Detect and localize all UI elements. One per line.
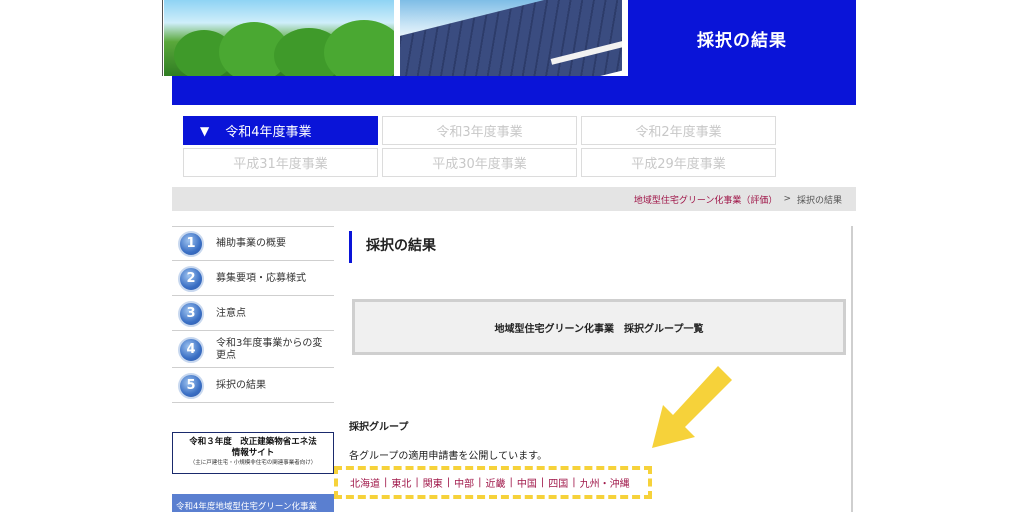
triangle-down-icon: ▼ [200,123,210,138]
tab-reiwa2[interactable]: 令和2年度事業 [581,116,776,145]
green-project-banner[interactable]: 令和4年度地域型住宅グリーン化事業 [172,494,334,512]
tab-heisei30[interactable]: 平成30年度事業 [382,148,577,177]
header: 採択の結果 [164,0,856,78]
tab-label: 令和3年度事業 [436,125,523,140]
number-2-icon: 2 [178,265,204,292]
region-separator: | [384,477,388,488]
region-link-kanto[interactable]: 関東 [423,475,443,490]
header-image-roof [400,0,622,76]
region-separator: | [509,477,513,488]
group-list-button[interactable]: 地域型住宅グリーン化事業 採択グループ一覧 [352,299,846,355]
sidebar-item-notes[interactable]: 3 注意点 [172,297,334,331]
content-divider [851,226,853,512]
region-link-kyushu-okinawa[interactable]: 九州・沖縄 [580,475,630,490]
sidebar-item-label: 補助事業の概要 [216,237,286,249]
number-5-icon: 5 [178,372,204,399]
tab-label: 平成30年度事業 [432,157,527,172]
tab-heisei31[interactable]: 平成31年度事業 [183,148,378,177]
region-link-kinki[interactable]: 近畿 [486,475,506,490]
region-link-shikoku[interactable]: 四国 [548,475,568,490]
region-separator: | [446,477,451,488]
breadcrumb: 地域型住宅グリーン化事業（評価） > 採択の結果 [172,187,856,211]
region-link-chubu[interactable]: 中部 [454,475,474,490]
breadcrumb-current: 採択の結果 [796,195,842,206]
banner-subtitle: （主に戸建住宅・小規模非住宅の関連事業者向け） [189,460,317,466]
page-title: 採択の結果 [349,231,436,263]
sidebar-item-label: 募集要項・応募様式 [216,272,306,284]
sidebar-item-label: 採択の結果 [216,379,266,391]
header-divider [162,0,163,76]
description-text: 各グループの適用申請書を公開しています。 [349,451,548,462]
region-link-chugoku[interactable]: 中国 [517,475,537,490]
sidebar-item-overview[interactable]: 1 補助事業の概要 [172,227,334,261]
region-link-hokkaido[interactable]: 北海道 [350,475,380,490]
tab-label: 平成31年度事業 [233,157,328,172]
tab-label: 令和4年度事業 [225,125,312,140]
tab-reiwa3[interactable]: 令和3年度事業 [382,116,577,145]
arrow-pointer-icon [652,366,732,448]
section-label: 採択グループ [349,422,409,433]
region-separator: | [478,477,482,488]
region-links: 北海道 | 東北 | 関東 | 中部 | 近畿 | 中国 | 四国 | 九州・沖… [334,466,652,499]
breadcrumb-separator: > [783,194,791,204]
sidebar-item-label: 令和3年度事業からの変更点 [216,337,323,361]
sidebar-item-guidelines[interactable]: 2 募集要項・応募様式 [172,262,334,296]
region-link-tohoku[interactable]: 東北 [391,475,411,490]
number-3-icon: 3 [178,300,204,327]
sidebar-item-label: 注意点 [216,307,246,319]
tab-label: 令和2年度事業 [635,125,722,140]
banner-title-line2: 情報サイト [231,448,275,458]
number-1-icon: 1 [178,230,204,257]
tab-heisei29[interactable]: 平成29年度事業 [581,148,776,177]
number-4-icon: 4 [178,336,204,363]
tab-label: 平成29年度事業 [631,157,726,172]
tab-reiwa4[interactable]: ▼ 令和4年度事業 [183,116,378,145]
sidebar-item-changes[interactable]: 4 令和3年度事業からの変更点 [172,332,334,368]
energy-law-banner[interactable]: 令和３年度 改正建築物省エネ法 情報サイト （主に戸建住宅・小規模非住宅の関連事… [172,432,334,474]
region-separator: | [540,477,545,488]
header-band [172,76,856,105]
header-image-trees [164,0,394,76]
region-separator: | [572,477,576,488]
breadcrumb-link[interactable]: 地域型住宅グリーン化事業（評価） [634,193,778,206]
sidebar-item-results[interactable]: 5 採択の結果 [172,369,334,403]
banner-title-line1: 令和３年度 改正建築物省エネ法 [189,437,317,447]
header-title: 採択の結果 [628,0,856,76]
region-separator: | [415,477,419,488]
